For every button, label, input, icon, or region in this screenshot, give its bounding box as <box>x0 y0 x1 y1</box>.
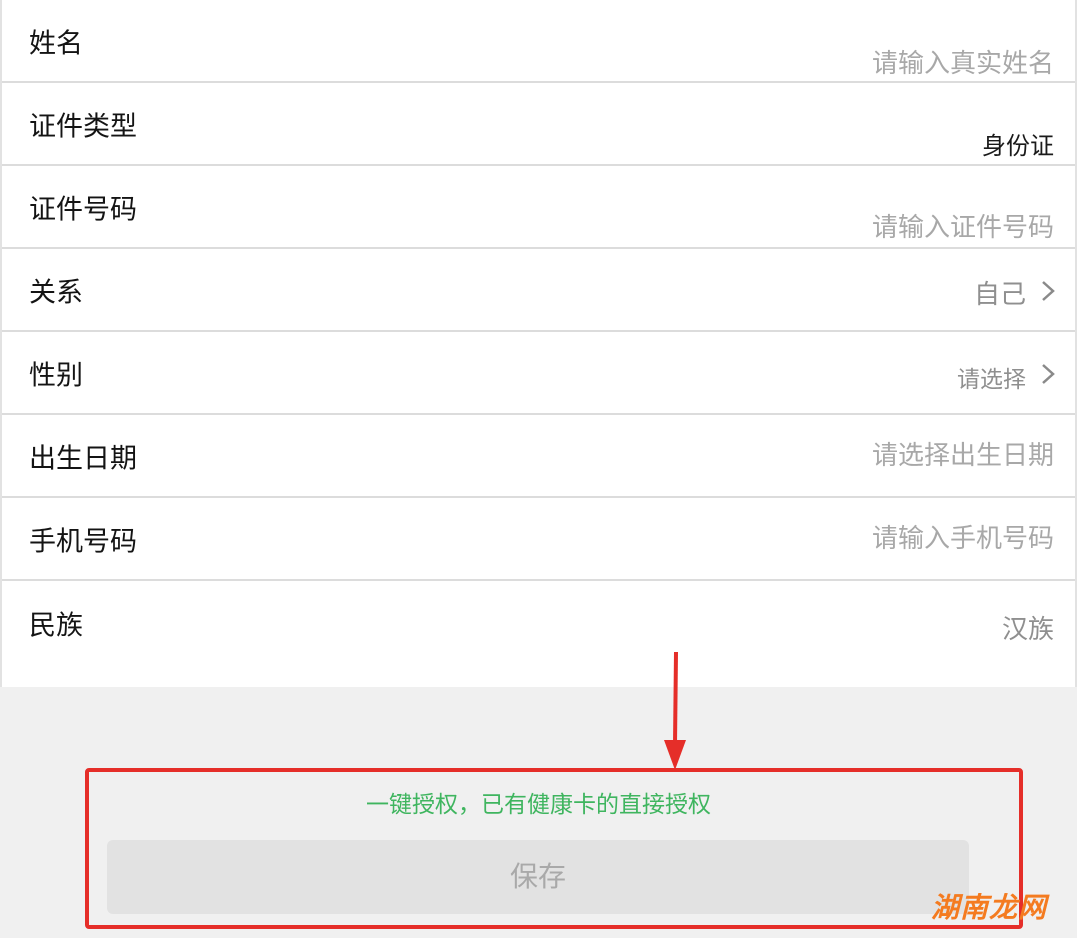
ethnicity-value: 汉族 <box>1001 615 1054 645</box>
name-row: 姓名 请输入真实姓名 <box>2 0 1075 83</box>
ethnicity-label: 民族 <box>29 610 83 641</box>
id-type-value: 身份证 <box>982 132 1054 160</box>
phone-row: 手机号码 请输入手机号码 <box>2 498 1075 581</box>
name-label: 姓名 <box>29 28 83 59</box>
birthdate-label: 出生日期 <box>29 443 137 474</box>
birthdate-value: 请选择出生日期 <box>871 441 1054 471</box>
chevron-right-icon <box>1042 281 1055 301</box>
name-input[interactable]: 请输入真实姓名 <box>872 43 1054 80</box>
gender-label: 性别 <box>29 360 83 391</box>
watermark: 湖南龙网 <box>930 891 1047 924</box>
down-arrow-icon <box>664 652 686 770</box>
id-type-label: 证件类型 <box>29 111 137 142</box>
birthdate-row[interactable]: 出生日期 请选择出生日期 <box>2 415 1075 498</box>
patient-form: 姓名 请输入真实姓名 证件类型 身份证 证件号码 请输入证件号码 关系 自己 性… <box>0 0 1077 687</box>
id-number-row: 证件号码 请输入证件号码 <box>2 166 1075 249</box>
gender-value: 请选择 <box>957 367 1026 393</box>
chevron-right-icon <box>1042 364 1055 384</box>
id-number-input[interactable]: 请输入证件号码 <box>872 207 1054 244</box>
phone-input[interactable]: 请输入手机号码 <box>872 518 1054 555</box>
relationship-value: 自己 <box>973 280 1026 310</box>
gender-row[interactable]: 性别 请选择 <box>2 332 1075 415</box>
id-number-label: 证件号码 <box>29 194 137 225</box>
ethnicity-row[interactable]: 民族 汉族 <box>2 581 1075 664</box>
relationship-row[interactable]: 关系 自己 <box>2 249 1075 332</box>
relationship-label: 关系 <box>29 277 83 308</box>
phone-label: 手机号码 <box>29 526 137 557</box>
save-button[interactable]: 保存 <box>107 840 969 914</box>
one-click-auth-link[interactable]: 一键授权，已有健康卡的直接授权 <box>0 785 1077 819</box>
id-type-row[interactable]: 证件类型 身份证 <box>2 83 1075 166</box>
